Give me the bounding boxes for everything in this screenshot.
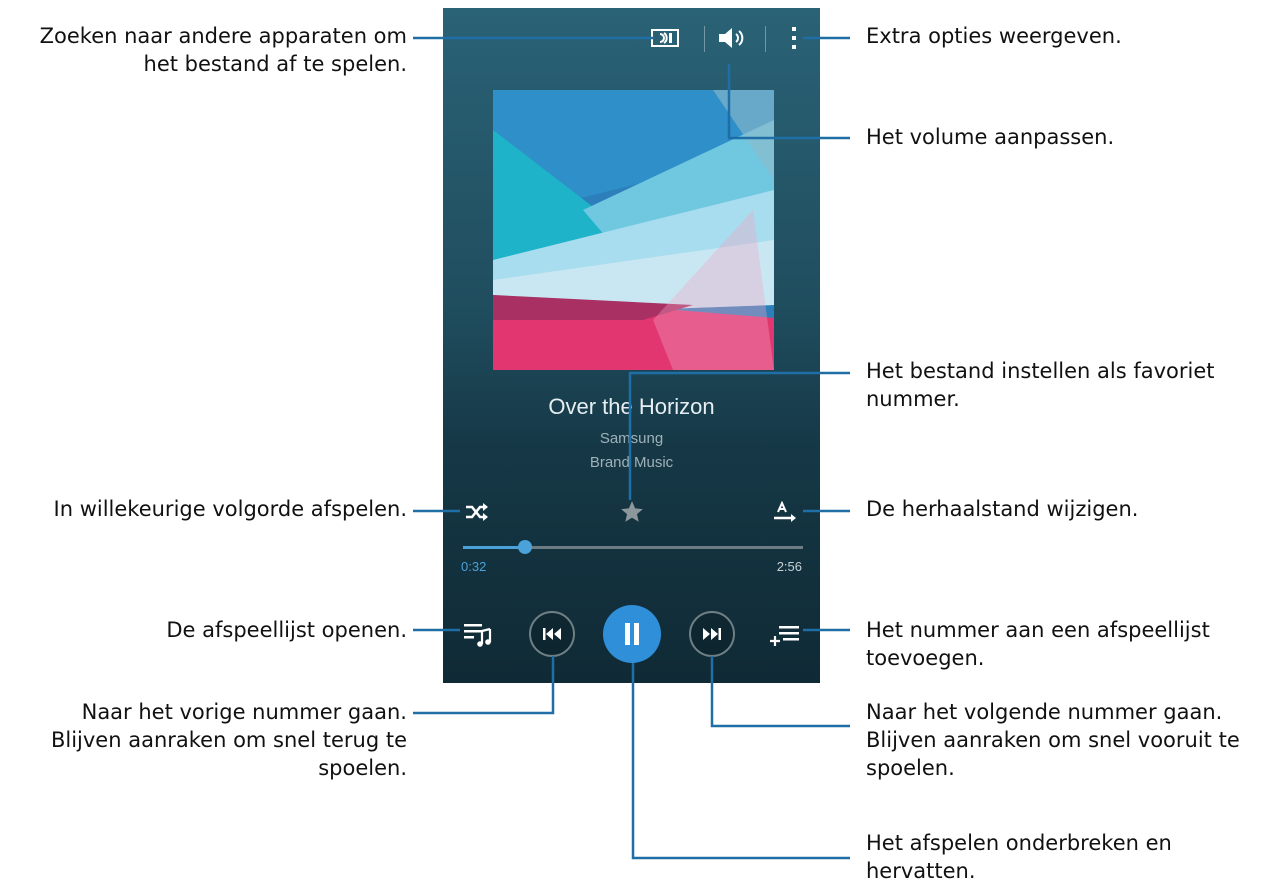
leader-favorite — [628, 371, 850, 500]
leader-volume — [727, 64, 850, 140]
leader-pause — [631, 663, 850, 860]
leader-next — [710, 656, 850, 728]
leader-previous — [413, 656, 555, 715]
callout-leader-lines — [413, 36, 850, 860]
